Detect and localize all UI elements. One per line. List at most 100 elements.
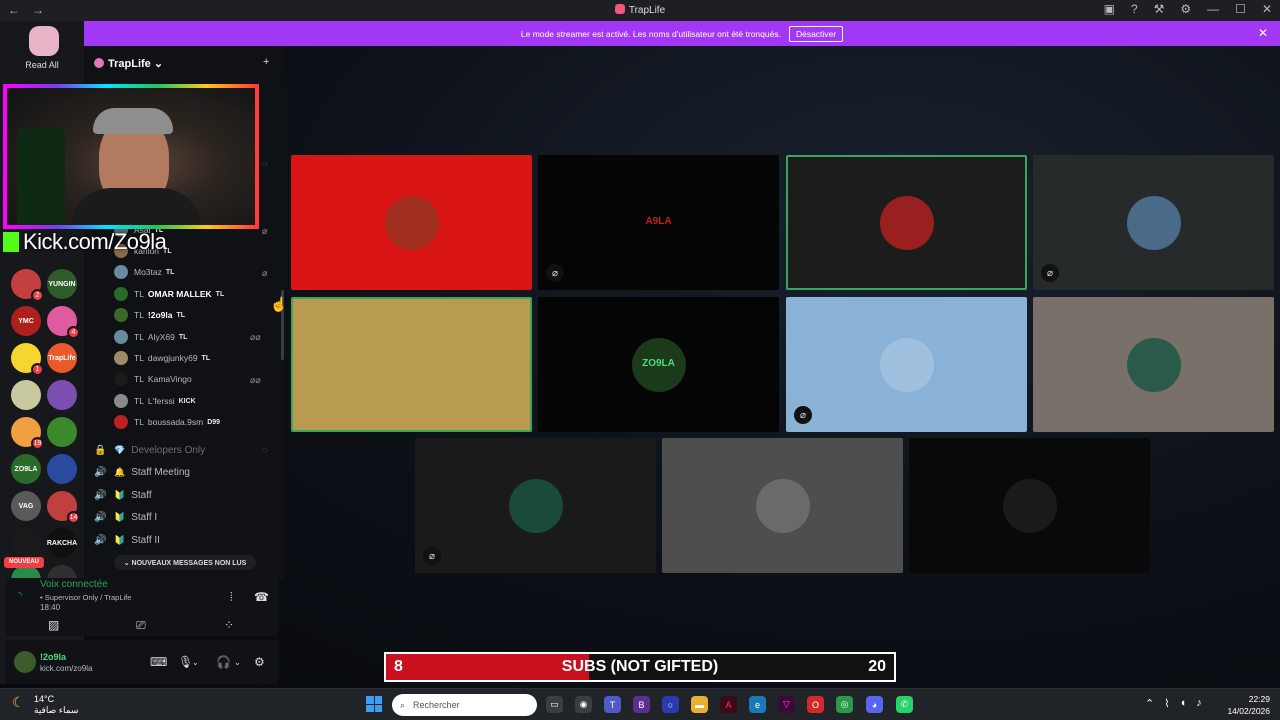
file-explorer-icon[interactable]: ▬ bbox=[691, 696, 708, 713]
windows-taskbar: ☾ 14°C سماء صافية ⌕ Rechercher ▭ ◉ T B ○ … bbox=[0, 688, 1280, 720]
participant-video-tile[interactable] bbox=[1033, 297, 1274, 432]
noise-suppression-icon[interactable]: ⦙ bbox=[230, 590, 233, 605]
server-icon[interactable]: TrapLife bbox=[47, 343, 77, 373]
gamepad-icon[interactable]: ⌨ bbox=[150, 655, 167, 669]
tools-icon[interactable]: ⚒ bbox=[1154, 2, 1165, 16]
search-box[interactable]: ⌕ Rechercher bbox=[392, 694, 537, 716]
help-icon[interactable]: ? bbox=[1131, 2, 1138, 16]
discord-icon[interactable]: ◕ bbox=[866, 696, 883, 713]
participant-video-tile[interactable]: ⌀ bbox=[786, 297, 1027, 432]
server-icon[interactable] bbox=[47, 454, 77, 484]
server-icon[interactable]: YUNGIN bbox=[47, 269, 77, 299]
volume-icon[interactable]: ◖ bbox=[1180, 697, 1187, 710]
b-app-icon[interactable]: B bbox=[633, 696, 650, 713]
server-icon[interactable]: ZO9LA bbox=[11, 454, 41, 484]
participant-video-tile[interactable]: ZO9LA bbox=[538, 297, 779, 432]
network-icon[interactable]: ⌇ bbox=[1164, 697, 1169, 710]
voice-member[interactable]: Mo3taz TL bbox=[114, 264, 174, 280]
microphone-icon[interactable]: 🎙 bbox=[178, 655, 193, 669]
participant-video-tile[interactable] bbox=[291, 155, 532, 290]
server-icon[interactable]: RAKCHA bbox=[47, 528, 77, 558]
voice-channel-item[interactable]: 🔊 🔰 Staff bbox=[94, 486, 152, 504]
voice-member[interactable]: TL !2o9la TL bbox=[114, 307, 185, 323]
avatar bbox=[114, 415, 128, 429]
minimize-icon[interactable]: — bbox=[1207, 2, 1219, 16]
subs-goal: 20 bbox=[868, 658, 886, 675]
participant-video-tile[interactable]: A9LA ⌀ bbox=[538, 155, 779, 290]
adobe-icon[interactable]: A bbox=[720, 696, 737, 713]
close-icon[interactable]: ✕ bbox=[1262, 2, 1272, 16]
server-header[interactable]: TrapLife ⌄ + bbox=[84, 48, 284, 76]
weather-text: سماء صافية bbox=[34, 705, 79, 715]
chevron-up-icon[interactable]: ⌃ bbox=[1145, 697, 1154, 710]
disconnect-icon[interactable]: ☎ bbox=[254, 590, 269, 604]
obs-icon[interactable]: ◉ bbox=[575, 696, 592, 713]
voice-channel-item[interactable]: 🔒 💎 Developers Only bbox=[94, 441, 205, 459]
cortana-icon[interactable]: ○ bbox=[662, 696, 679, 713]
gear-icon[interactable]: ⚙ bbox=[254, 655, 265, 669]
disable-streamer-mode-button[interactable]: Désactiver bbox=[788, 25, 844, 42]
premiere-icon[interactable]: ▽ bbox=[778, 696, 795, 713]
weather-widget[interactable]: ☾ 14°C سماء صافية bbox=[12, 694, 78, 716]
participant-video-tile[interactable] bbox=[909, 438, 1150, 573]
hidden-eye-icon[interactable]: ◌ bbox=[262, 445, 267, 455]
voice-member[interactable]: TL boussada.9sm D99 bbox=[114, 414, 220, 430]
app-icon bbox=[614, 4, 625, 14]
voice-member[interactable]: TL OMAR MALLEK TL bbox=[114, 286, 224, 302]
screen-share-icon[interactable]: ⎚ bbox=[136, 618, 146, 633]
server-icon[interactable]: YMC bbox=[11, 306, 41, 336]
voice-member[interactable]: TL KamaVingo bbox=[114, 371, 192, 387]
server-icon[interactable] bbox=[47, 380, 77, 410]
member-name: KamaVingo bbox=[147, 374, 192, 384]
close-icon[interactable]: ✕ bbox=[1258, 26, 1268, 40]
activities-icon[interactable]: ⁘ bbox=[224, 618, 234, 632]
voice-channel[interactable]: • Supervisor Only / TrapLife bbox=[40, 593, 131, 602]
voice-channel-item[interactable]: 🔊 🔔 Staff Meeting bbox=[94, 463, 190, 481]
chrome-icon[interactable]: ◎ bbox=[836, 696, 853, 713]
home-server-icon[interactable] bbox=[29, 26, 59, 56]
chevron-down-icon[interactable]: ⌄ bbox=[192, 658, 199, 667]
whatsapp-icon[interactable]: ✆ bbox=[896, 696, 913, 713]
server-icon[interactable] bbox=[11, 380, 41, 410]
camera-off-icon[interactable]: ▨ bbox=[48, 618, 59, 632]
new-messages-pill[interactable]: ⌄ NOUVEAUX MESSAGES NON LUS bbox=[114, 555, 256, 570]
participant-video-tile[interactable] bbox=[786, 155, 1027, 290]
opera-icon[interactable]: O bbox=[807, 696, 824, 713]
server-icon-label: VAG bbox=[18, 502, 34, 510]
server-icon[interactable] bbox=[11, 528, 41, 558]
voice-member[interactable]: TL dawgjunky69 TL bbox=[114, 350, 210, 366]
maximize-icon[interactable]: ☐ bbox=[1235, 2, 1246, 16]
voice-channel-item[interactable]: 🔊 🔰 Staff I bbox=[94, 508, 157, 526]
hidden-eye-icon[interactable]: ◌ bbox=[262, 158, 267, 168]
system-tray: ⌃ ⌇ ◖ ♪ bbox=[1145, 697, 1202, 710]
signal-icon[interactable]: ◝ bbox=[18, 589, 22, 602]
server-icon[interactable]: VAG bbox=[11, 491, 41, 521]
inbox-icon[interactable]: ▣ bbox=[1104, 2, 1115, 16]
clock[interactable]: 22:29 14/02/2026 bbox=[1227, 693, 1270, 717]
voice-member[interactable]: TL AlyX69 TL bbox=[114, 329, 187, 345]
channel-name: Staff Meeting bbox=[131, 466, 190, 478]
voice-status[interactable]: Voix connectée bbox=[40, 579, 108, 590]
participant-video-tile[interactable] bbox=[291, 297, 532, 432]
participant-video-tile[interactable] bbox=[662, 438, 903, 573]
voice-channel-item[interactable]: 🔊 🔰 Staff II bbox=[94, 531, 160, 549]
task-view-icon[interactable]: ▭ bbox=[546, 696, 563, 713]
read-all-label[interactable]: Read All bbox=[0, 60, 84, 70]
headphones-icon[interactable]: 🎧 bbox=[216, 655, 231, 669]
voice-member[interactable]: TL L'ferssi KICK bbox=[114, 393, 196, 409]
username[interactable]: !2o9la bbox=[40, 652, 66, 662]
server-name[interactable]: TrapLife ⌄ bbox=[94, 57, 163, 70]
server-icon[interactable] bbox=[47, 417, 77, 447]
edge-icon[interactable]: e bbox=[749, 696, 766, 713]
participant-video-tile[interactable]: ⌀ bbox=[415, 438, 656, 573]
channel-name: Staff II bbox=[131, 534, 160, 546]
settings-icon[interactable]: ⚙ bbox=[1180, 2, 1191, 16]
speaker-icon: 🔊 bbox=[94, 511, 107, 523]
avatar[interactable] bbox=[14, 651, 36, 673]
participant-video-tile[interactable]: ⌀ bbox=[1033, 155, 1274, 290]
chevron-down-icon[interactable]: ⌄ bbox=[234, 658, 241, 667]
start-button[interactable] bbox=[366, 696, 382, 712]
teams-icon[interactable]: T bbox=[604, 696, 621, 713]
speaker-icon[interactable]: ♪ bbox=[1196, 697, 1202, 710]
add-member-icon[interactable]: + bbox=[263, 56, 269, 68]
